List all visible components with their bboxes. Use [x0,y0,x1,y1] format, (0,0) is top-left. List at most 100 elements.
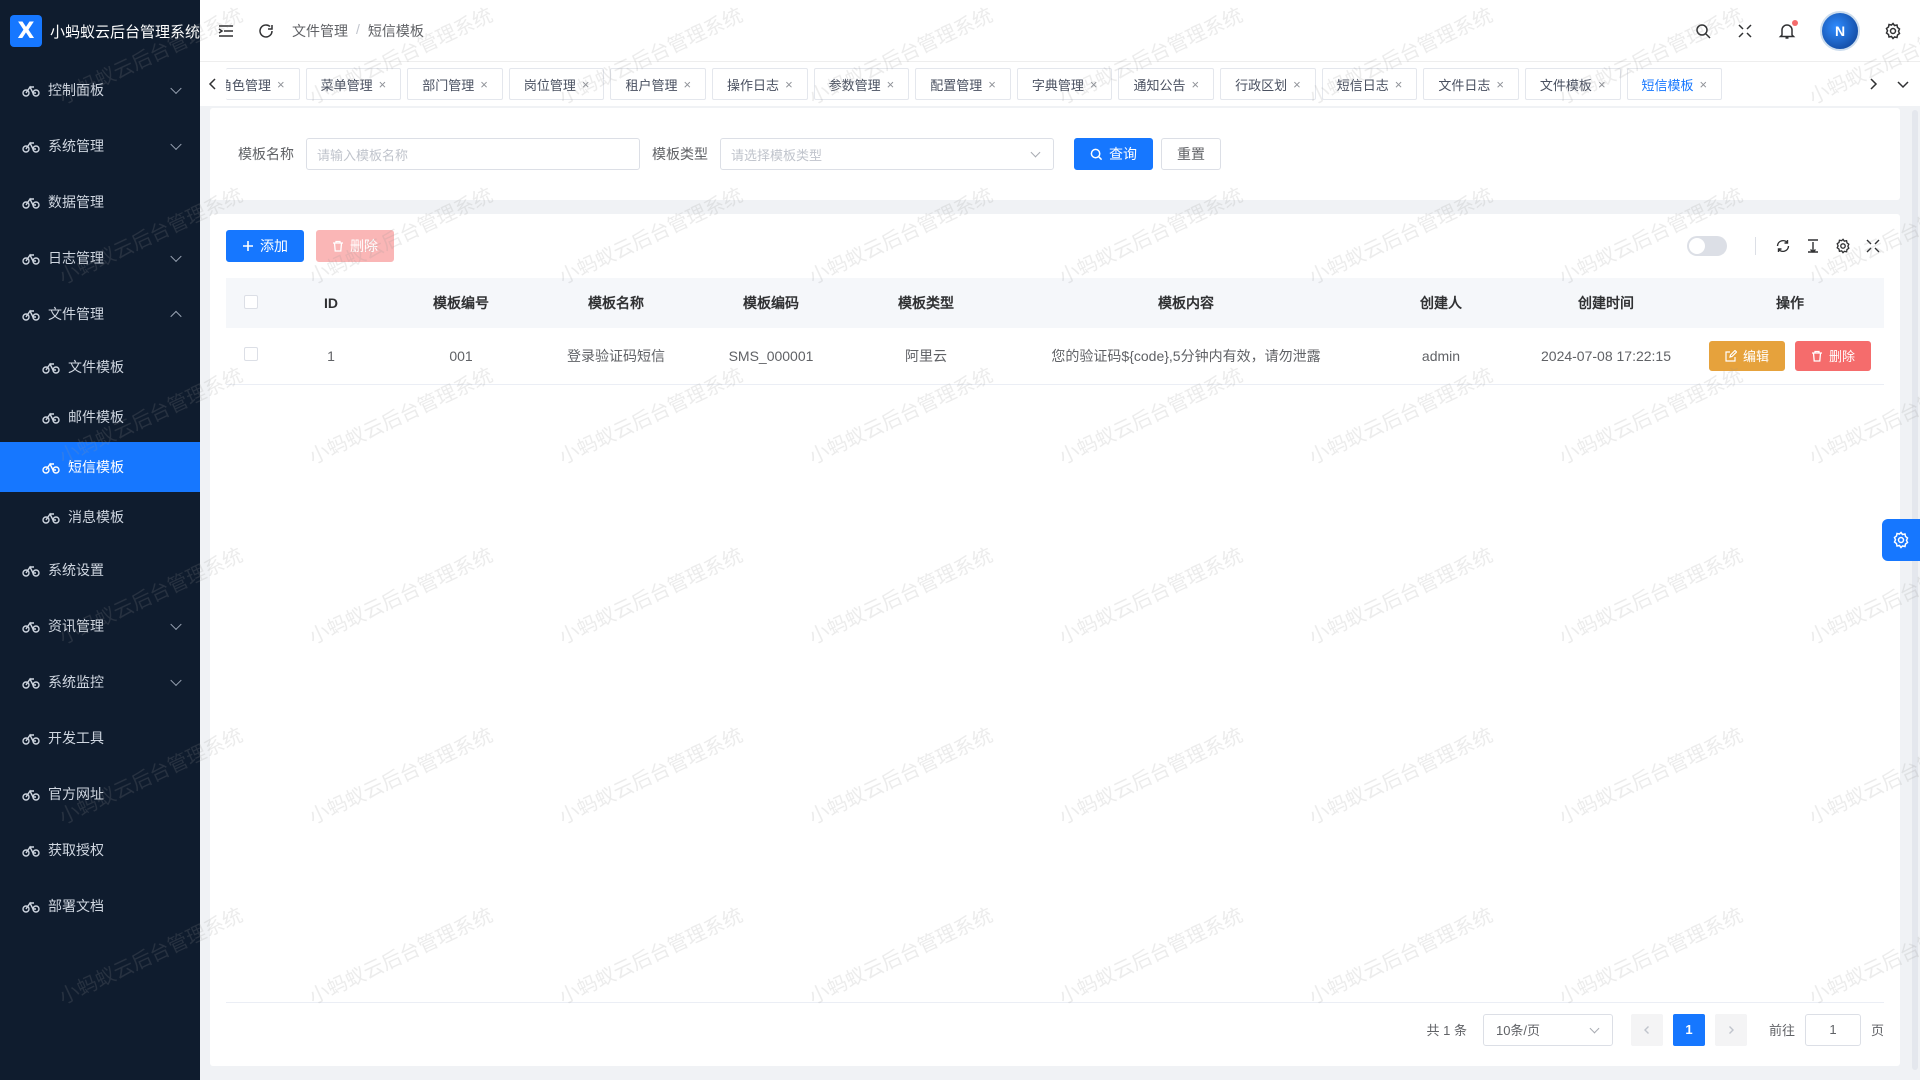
sidebar-item-docs[interactable]: 部署文档 [0,878,200,934]
sidebar-item-settings[interactable]: 系统设置 [0,542,200,598]
tab-item[interactable]: 部门管理 × [407,68,503,100]
table-header-row: ID 模板编号 模板名称 模板编码 模板类型 模板内容 创建人 创建时间 操作 [226,278,1884,328]
tab-item[interactable]: 操作日志 × [712,68,808,100]
bike-icon [22,81,40,99]
row-checkbox[interactable] [244,347,258,362]
pagination: 共 1 条 10条/页 1 前往 1 页 [226,1002,1884,1056]
tab-item[interactable]: 租户管理 × [610,68,707,100]
trash-icon [1812,350,1822,362]
delete-button[interactable]: 删除 [1795,340,1872,371]
tab-item[interactable]: 菜单管理 × [305,68,402,100]
sidebar-subitem-message-template[interactable]: 消息模板 [0,492,200,542]
tab-label: 菜单管理 [320,77,373,93]
sidebar-item-license[interactable]: 获取授权 [0,822,200,878]
delete-label: 删除 [1829,349,1856,365]
tab-item[interactable]: 短信模板 × [1626,68,1723,100]
add-button[interactable]: 添加 [226,230,304,262]
tab-label: 部门管理 [422,77,475,93]
close-icon[interactable]: × [582,77,590,92]
sidebar-item-system[interactable]: 系统管理 [0,118,200,174]
search-icon[interactable] [1682,0,1724,62]
prev-page-button[interactable] [1630,1013,1663,1046]
chevron-right-icon [1728,1025,1734,1034]
close-icon[interactable]: × [887,77,895,92]
notification-dot [1792,20,1798,26]
sidebar-item-label: 控制面板 [48,82,104,98]
fullscreen-icon[interactable] [1862,235,1884,257]
sidebar-item-logs[interactable]: 日志管理 [0,230,200,286]
cell-creator: admin [1366,328,1516,385]
gear-icon[interactable] [1872,0,1914,62]
page-size-select[interactable]: 10条/页 [1482,1013,1613,1046]
reset-button[interactable]: 重置 [1161,138,1221,170]
density-icon[interactable] [1802,235,1824,257]
tab-item[interactable]: 岗位管理 × [508,68,605,100]
tab-item[interactable]: 文件日志 × [1423,68,1519,100]
template-type-select[interactable]: 请选择模板类型 [720,138,1054,170]
pagination-total: 共 1 条 [1426,1023,1467,1038]
tab-item[interactable]: 角色管理 × [226,68,300,100]
page-size-value: 10条/页 [1495,1023,1541,1038]
close-icon[interactable]: × [277,77,285,92]
tab-item[interactable]: 通知公告 × [1118,68,1215,100]
logo[interactable]: X 小蚂蚁云后台管理系统 [0,0,200,62]
goto-page-input[interactable]: 1 [1804,1013,1861,1046]
chevron-down-icon [170,138,182,151]
menu-fold-icon[interactable] [206,0,246,62]
sidebar-item-data[interactable]: 数据管理 [0,174,200,230]
column-header: 模板编码 [696,278,846,328]
close-icon[interactable]: × [1496,77,1504,92]
sidebar-subitem-label: 邮件模板 [68,409,124,425]
tab-item[interactable]: 字典管理 × [1016,68,1113,100]
refresh-icon[interactable] [246,0,286,62]
tab-item[interactable]: 参数管理 × [813,68,910,100]
close-icon[interactable]: × [683,77,691,92]
breadcrumb-item[interactable]: 文件管理 [292,21,348,41]
edit-label: 编辑 [1742,349,1769,365]
close-icon[interactable]: × [1192,77,1200,92]
close-icon[interactable]: × [1395,77,1403,92]
cell-created-time: 2024-07-08 17:22:15 [1516,328,1696,385]
sidebar-item-website[interactable]: 官方网址 [0,766,200,822]
close-icon[interactable]: × [480,77,488,92]
page-number-current[interactable]: 1 [1672,1013,1705,1046]
sidebar-item-devtools[interactable]: 开发工具 [0,710,200,766]
tab-item[interactable]: 文件模板 × [1524,68,1621,100]
cell-name: 登录验证码短信 [536,328,696,385]
column-header: 模板编号 [386,278,536,328]
bell-icon[interactable] [1766,0,1808,62]
page-scrollbar[interactable] [1912,110,1918,1070]
close-icon[interactable]: × [988,77,996,92]
select-all-checkbox[interactable] [244,294,258,309]
sidebar-item-files[interactable]: 文件管理 [0,286,200,342]
close-icon[interactable]: × [1598,77,1606,92]
close-icon[interactable]: × [1293,77,1301,92]
avatar[interactable]: N [1820,11,1860,51]
close-icon[interactable]: × [379,77,387,92]
template-name-input[interactable]: 请输入模板名称 [306,138,640,170]
batch-delete-button[interactable]: 删除 [316,230,394,262]
tabs-scroll-right-icon[interactable] [1860,62,1886,106]
tabs-scroll-left-icon[interactable] [200,62,226,106]
sidebar-item-monitor[interactable]: 系统监控 [0,654,200,710]
sidebar-subitem-mail-template[interactable]: 邮件模板 [0,392,200,442]
close-icon[interactable]: × [785,77,793,92]
tab-item[interactable]: 配置管理 × [915,68,1011,100]
sidebar-item-news[interactable]: 资讯管理 [0,598,200,654]
tab-item[interactable]: 短信日志 × [1321,68,1418,100]
edit-button[interactable]: 编辑 [1708,340,1785,371]
sidebar-item-dashboard[interactable]: 控制面板 [0,62,200,118]
fullscreen-icon[interactable] [1724,0,1766,62]
next-page-button[interactable] [1714,1013,1747,1046]
query-button[interactable]: 查询 [1074,138,1153,170]
toggle-switch[interactable] [1687,236,1727,256]
refresh-icon[interactable] [1772,235,1794,257]
close-icon[interactable]: × [1700,77,1708,92]
tab-item[interactable]: 行政区划 × [1220,68,1316,100]
floating-settings-button[interactable] [1882,519,1920,561]
tabs-dropdown-icon[interactable] [1886,62,1920,106]
column-settings-icon[interactable] [1832,235,1854,257]
sidebar-subitem-sms-template[interactable]: 短信模板 [0,442,200,492]
close-icon[interactable]: × [1090,77,1098,92]
sidebar-subitem-file-template[interactable]: 文件模板 [0,342,200,392]
